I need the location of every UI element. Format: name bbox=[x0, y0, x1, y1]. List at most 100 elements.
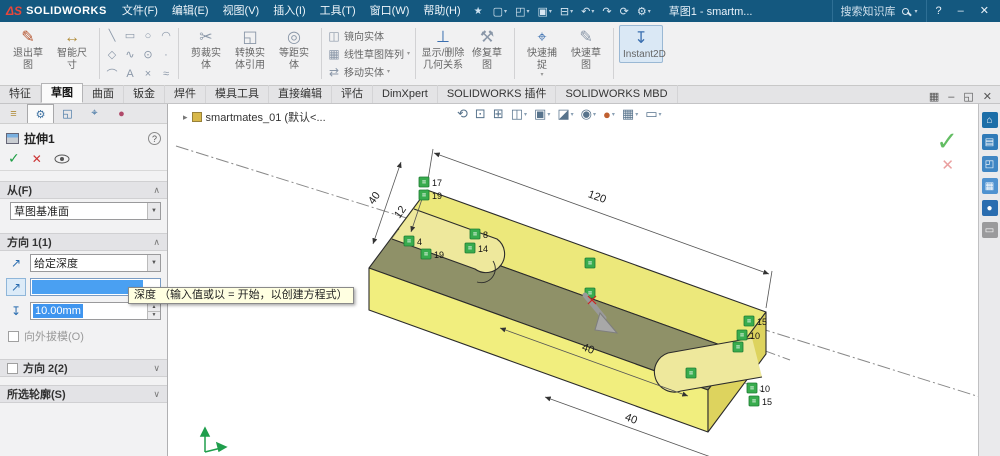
menu-file[interactable]: 文件(F) bbox=[115, 0, 165, 22]
chevron-right-icon[interactable]: ▸ bbox=[183, 112, 188, 123]
menu-edit[interactable]: 编辑(E) bbox=[165, 0, 216, 22]
mirror-entities-button[interactable]: ◫ 镜向实体 bbox=[327, 28, 410, 44]
undo-button[interactable]: ↶ ▾ bbox=[577, 5, 598, 18]
edit-appearance-icon[interactable]: ● ▾ bbox=[601, 107, 617, 122]
draft-outward-option[interactable]: 向外拔模(O) bbox=[0, 323, 167, 349]
help-button[interactable]: ? bbox=[929, 0, 949, 22]
convert-entities-button[interactable]: ◱ 转换实体引用 bbox=[228, 25, 272, 72]
open-button[interactable]: ◰ ▾ bbox=[511, 5, 533, 18]
custom-properties-icon[interactable]: ▭ bbox=[981, 222, 998, 238]
polygon-tool-icon[interactable]: ◇ bbox=[103, 45, 121, 64]
solidworks-resources-icon[interactable]: ⌂ bbox=[981, 112, 998, 128]
smart-dimension-button[interactable]: ↔ 智能尺寸 bbox=[50, 25, 94, 72]
view-palette-icon[interactable]: ▦ bbox=[981, 178, 998, 194]
tab-solidworks-mbd[interactable]: SOLIDWORKS MBD bbox=[556, 85, 678, 103]
checkbox-icon[interactable] bbox=[8, 330, 19, 342]
chevron-down-icon[interactable]: ▼ bbox=[147, 203, 160, 219]
circle-tool-icon[interactable]: ○ bbox=[139, 26, 157, 45]
rebuild-button[interactable]: ⟳ bbox=[616, 5, 633, 18]
text-tool-icon[interactable]: A bbox=[121, 64, 139, 83]
confirm-cancel-button[interactable]: ✕ bbox=[941, 156, 954, 174]
minimize-button[interactable]: ‒ bbox=[951, 0, 971, 22]
tab-dimxpertmanager[interactable]: ⌖ bbox=[81, 104, 108, 123]
spinner-down-icon[interactable]: ▼ bbox=[148, 310, 160, 319]
ellipse-tool-icon[interactable]: ⊙ bbox=[139, 45, 157, 64]
hide-show-items-icon[interactable]: ◉ ▾ bbox=[579, 106, 598, 122]
menu-tools[interactable]: 工具(T) bbox=[313, 0, 363, 22]
document-close-button[interactable]: ✕ bbox=[983, 90, 992, 103]
spinner-buttons[interactable]: ▲ ▼ bbox=[147, 303, 160, 319]
from-plane-select[interactable]: 草图基准面 ▼ bbox=[10, 202, 161, 220]
tab-sketch[interactable]: 草图 bbox=[41, 83, 83, 103]
conic-tool-icon[interactable]: ≈ bbox=[157, 64, 175, 83]
repair-sketch-button[interactable]: ⚒ 修复草图 bbox=[465, 25, 509, 72]
spline-tool-icon[interactable]: ∿ bbox=[121, 45, 139, 64]
options-button[interactable]: ⚙ ▾ bbox=[633, 5, 655, 18]
trim-quick-icon[interactable]: × bbox=[139, 64, 157, 83]
zoom-fit-icon[interactable]: ⊡ bbox=[473, 106, 488, 122]
graphics-viewport[interactable]: ▸ smartmates_01 (默认<... ⟲ ⊡ ⊞ ◫ ▾ ▣ ▾ ◪ ▾ ◉… bbox=[169, 104, 978, 456]
reverse-direction-icon[interactable]: ↗ bbox=[6, 254, 26, 272]
section-direction1[interactable]: 方向 1(1) ∧ bbox=[0, 233, 167, 251]
section-selected-contours[interactable]: 所选轮廓(S) ∨ bbox=[0, 385, 167, 403]
move-entities-button[interactable]: ⇄ 移动实体 ▾ bbox=[327, 64, 410, 80]
preview-eye-icon[interactable] bbox=[54, 154, 70, 164]
confirm-ok-button[interactable]: ✓ bbox=[936, 126, 958, 157]
tab-dimxpert[interactable]: DimXpert bbox=[373, 85, 438, 103]
tab-features[interactable]: 特征 bbox=[0, 85, 41, 103]
tab-configurationmanager[interactable]: ◱ bbox=[54, 104, 81, 123]
appearances-icon[interactable]: ● bbox=[981, 200, 998, 216]
new-document-button[interactable]: ▢ ▾ bbox=[489, 5, 511, 18]
checkbox-icon[interactable] bbox=[7, 362, 18, 374]
display-style-icon[interactable]: ◪ ▾ bbox=[555, 106, 575, 122]
document-restore-button[interactable]: ◱ bbox=[963, 90, 973, 103]
linear-pattern-button[interactable]: ▦ 线性草图阵列 ▾ bbox=[327, 46, 410, 62]
tab-surfaces[interactable]: 曲面 bbox=[83, 85, 124, 103]
instant2d-button[interactable]: ↧ Instant2D bbox=[619, 25, 666, 63]
menu-window[interactable]: 窗口(W) bbox=[363, 0, 417, 22]
section-view-icon[interactable]: ◫ ▾ bbox=[509, 106, 529, 122]
previous-view-icon[interactable]: ⟲ bbox=[455, 106, 470, 122]
tab-weldments[interactable]: 焊件 bbox=[165, 85, 206, 103]
menu-insert[interactable]: 插入(I) bbox=[266, 0, 312, 22]
tab-mold-tools[interactable]: 模具工具 bbox=[206, 85, 269, 103]
file-explorer-icon[interactable]: ◰ bbox=[981, 156, 998, 172]
tab-solidworks-addins[interactable]: SOLIDWORKS 插件 bbox=[438, 85, 557, 103]
point-tool-icon[interactable]: · bbox=[157, 45, 175, 64]
trim-entities-button[interactable]: ✂ 剪裁实体 bbox=[184, 25, 228, 72]
tab-evaluate[interactable]: 评估 bbox=[332, 85, 373, 103]
help-icon[interactable]: ? bbox=[148, 132, 161, 145]
section-from[interactable]: 从(F) ∧ bbox=[0, 181, 167, 199]
view-orientation-icon[interactable]: ▣ ▾ bbox=[532, 106, 552, 122]
document-minimize-button[interactable]: ‒ bbox=[948, 91, 954, 103]
arc-tool-icon[interactable]: ◠ bbox=[157, 26, 175, 45]
chevron-down-icon[interactable]: ▼ bbox=[147, 255, 160, 271]
menu-view[interactable]: 视图(V) bbox=[216, 0, 267, 22]
spinner-up-icon[interactable]: ▲ bbox=[148, 303, 160, 311]
close-button[interactable]: ✕ bbox=[973, 0, 996, 22]
menu-pin-icon[interactable]: ★ bbox=[468, 6, 489, 17]
menu-help[interactable]: 帮助(H) bbox=[416, 0, 467, 22]
exit-sketch-button[interactable]: ✎ 退出草图 bbox=[6, 25, 50, 72]
apply-scene-icon[interactable]: ▦ ▾ bbox=[620, 106, 640, 122]
fillet-tool-icon[interactable]: ⌒ bbox=[103, 64, 121, 83]
rapid-sketch-button[interactable]: ✎ 快速草图 bbox=[564, 25, 608, 72]
save-button[interactable]: ▣ ▾ bbox=[533, 5, 555, 18]
depth-spinner[interactable]: 10.00mm ▲ ▼ bbox=[30, 302, 161, 320]
design-library-icon[interactable]: ▤ bbox=[981, 134, 998, 150]
section-direction2[interactable]: 方向 2(2) ∨ bbox=[0, 359, 167, 377]
print-button[interactable]: ⊟ ▾ bbox=[556, 5, 577, 18]
knowledge-search[interactable]: 搜索知识库 ▾ bbox=[831, 0, 927, 22]
rectangle-tool-icon[interactable]: ▭ bbox=[121, 26, 139, 45]
direction-vector-icon[interactable]: ↗ bbox=[6, 278, 26, 296]
cancel-button[interactable]: ✕ bbox=[32, 152, 42, 166]
chevron-down-icon[interactable]: ▾ bbox=[915, 8, 918, 15]
feature-tree-flyout[interactable]: ▸ smartmates_01 (默认<... bbox=[183, 109, 326, 125]
zoom-area-icon[interactable]: ⊞ bbox=[491, 106, 506, 122]
ok-button[interactable]: ✓ bbox=[8, 150, 20, 167]
tab-direct-editing[interactable]: 直接编辑 bbox=[269, 85, 332, 103]
display-relations-button[interactable]: ⊥ 显示/删除几何关系 bbox=[421, 25, 465, 72]
end-condition-select[interactable]: 给定深度 ▼ bbox=[30, 254, 161, 272]
viewport-grid-icon[interactable]: ▦ bbox=[929, 90, 939, 103]
line-tool-icon[interactable]: ╲ bbox=[103, 26, 121, 45]
